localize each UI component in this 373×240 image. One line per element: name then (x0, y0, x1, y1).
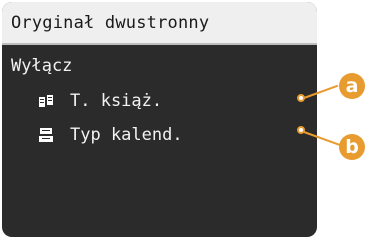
callout-a-badge: a (339, 73, 365, 99)
calendar-type-icon (39, 128, 53, 142)
option-calendar-type[interactable]: Typ kalend. (2, 119, 317, 153)
screen-title: Oryginał dwustronny (11, 13, 210, 33)
book-type-icon (39, 95, 53, 107)
callout-b-dot (297, 126, 305, 134)
callout-b-badge: b (339, 134, 365, 160)
callout-a-dot (297, 94, 305, 102)
title-bar: Oryginał dwustronny (2, 2, 317, 45)
option-book-type-label: T. książ. (70, 91, 163, 111)
option-book-type[interactable]: T. książ. (2, 85, 317, 119)
current-setting-row: Wyłącz (2, 50, 317, 84)
option-calendar-type-label: Typ kalend. (70, 125, 183, 145)
touch-panel-screen: Oryginał dwustronny Wyłącz T. książ. Typ… (2, 2, 317, 237)
current-setting-value: Wyłącz (11, 56, 73, 76)
